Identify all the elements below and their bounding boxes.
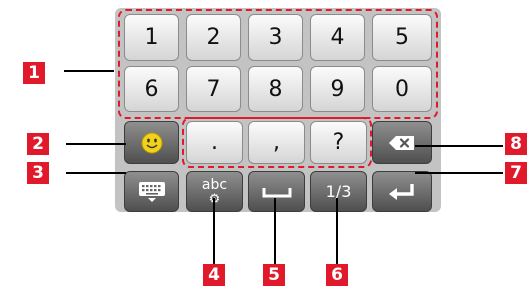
callout-5: 5 [263, 264, 285, 286]
callout-3-line [66, 172, 126, 174]
hide-keyboard-key[interactable] [124, 171, 179, 212]
enter-icon [389, 183, 414, 200]
space-key[interactable] [248, 171, 305, 212]
callout-4: 4 [203, 264, 225, 286]
smiley-icon [141, 132, 162, 153]
enter-key[interactable] [372, 171, 432, 212]
space-bar-icon [262, 187, 291, 197]
callout-5-line [274, 198, 276, 264]
callout-1-line [64, 70, 114, 72]
callout-7-line [415, 172, 503, 174]
callout-2-line [66, 143, 126, 145]
callout-8-line [415, 145, 503, 147]
backspace-icon [389, 135, 414, 150]
callout-7: 7 [505, 162, 527, 184]
punctuation-keys-highlight [182, 117, 372, 168]
callout-2: 2 [27, 133, 49, 155]
number-keys-highlight [118, 9, 438, 119]
callout-3: 3 [27, 162, 49, 184]
backspace-key[interactable] [372, 121, 432, 164]
abc-label: abc [201, 176, 228, 193]
page-label: 1/3 [325, 182, 352, 201]
callout-1: 1 [23, 62, 45, 84]
callout-6-line [336, 198, 338, 264]
page-key[interactable]: 1/3 [310, 171, 367, 212]
callout-4-line [213, 198, 215, 264]
keyboard-hide-icon [138, 181, 165, 202]
callout-8: 8 [505, 133, 527, 155]
emoji-key[interactable] [124, 121, 179, 164]
callout-6: 6 [326, 264, 348, 286]
